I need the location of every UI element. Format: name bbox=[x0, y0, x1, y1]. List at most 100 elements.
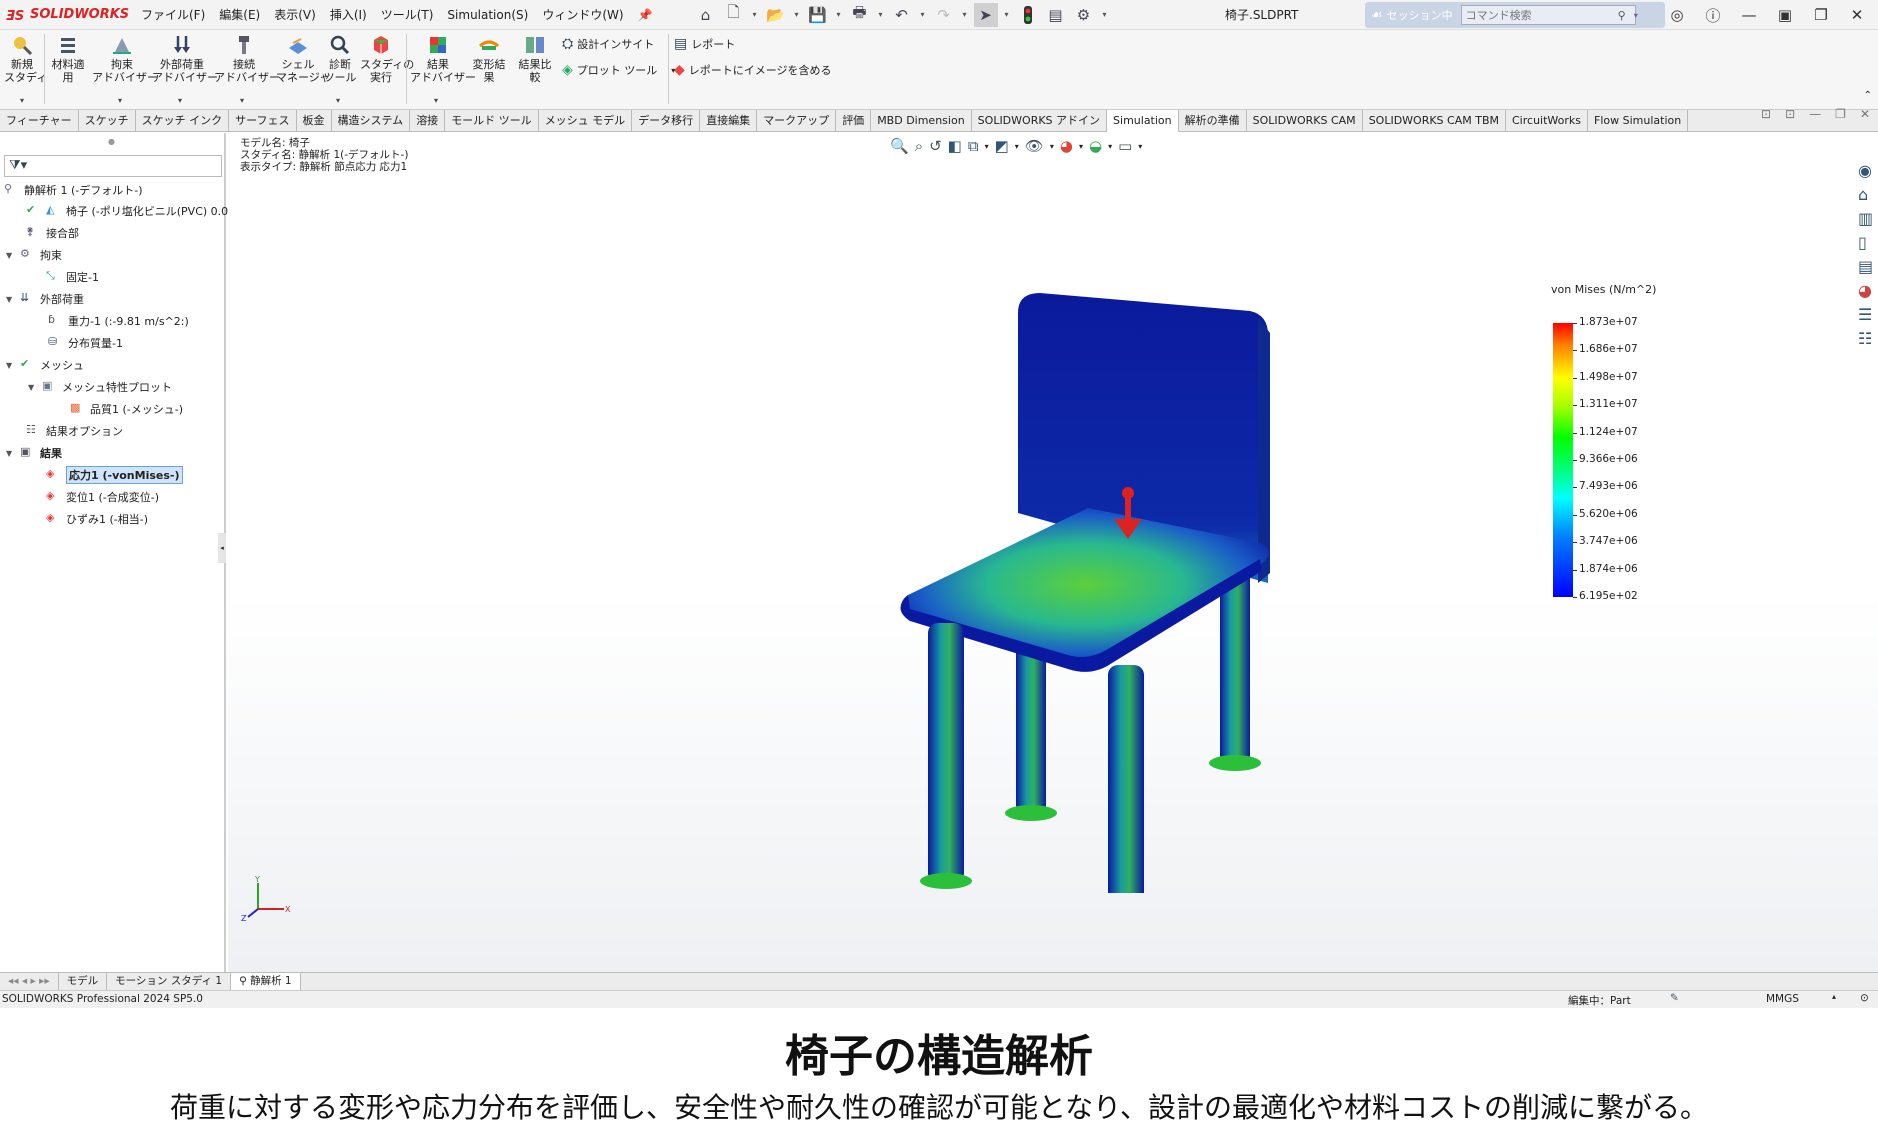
tree-item-quality[interactable]: ▩ 品質1 (-メッシュ-) bbox=[70, 400, 183, 418]
file-explorer-icon[interactable]: ▯ bbox=[1858, 233, 1876, 253]
collapse-icon[interactable]: ▼ bbox=[6, 295, 16, 304]
shell-manager-button[interactable]: シェル マネージャ bbox=[276, 34, 330, 84]
collapse-icon[interactable]: ▼ bbox=[6, 251, 16, 260]
print-icon[interactable]: 🖶 bbox=[848, 3, 872, 27]
results-dropdown-icon[interactable]: ▾ bbox=[434, 96, 438, 105]
fixtures-dropdown-icon[interactable]: ▾ bbox=[118, 96, 122, 105]
tab-sketch[interactable]: スケッチ bbox=[79, 110, 136, 132]
loads-dropdown-icon[interactable]: ▾ bbox=[178, 96, 182, 105]
restore-icon[interactable]: ❐ bbox=[1808, 2, 1834, 28]
view-orientation-icon[interactable]: ⧉ bbox=[968, 137, 979, 155]
scene-dropdown-icon[interactable]: ▾ bbox=[1108, 142, 1112, 151]
display-dropdown-icon[interactable]: ▾ bbox=[1015, 142, 1019, 151]
options-dropdown-icon[interactable]: ▾ bbox=[1100, 10, 1110, 19]
tab-mesh-modeling[interactable]: メッシュ モデル bbox=[539, 110, 633, 132]
view-palette-icon[interactable]: ▤ bbox=[1858, 257, 1876, 277]
menu-tools[interactable]: ツール(T) bbox=[374, 0, 441, 30]
tab-structure-system[interactable]: 構造システム bbox=[332, 110, 411, 132]
panel-collapse-handle[interactable]: ◂ bbox=[218, 533, 226, 563]
tab-flow-simulation[interactable]: Flow Simulation bbox=[1588, 110, 1689, 132]
collapse-icon[interactable]: ▼ bbox=[6, 361, 16, 370]
menu-view[interactable]: 表示(V) bbox=[267, 0, 323, 30]
tree-item-displacement[interactable]: ◈ 変位1 (-合成変位-) bbox=[46, 488, 159, 506]
new-document-icon[interactable]: 🗋 bbox=[722, 3, 746, 27]
solidworks-resources-icon[interactable]: ◉ bbox=[1858, 161, 1876, 181]
print-dropdown-icon[interactable]: ▾ bbox=[876, 10, 886, 19]
section-view-icon[interactable]: ◧ bbox=[948, 137, 962, 155]
tab-circuitworks[interactable]: CircuitWorks bbox=[1506, 110, 1588, 132]
rebuild-icon[interactable]: ✎ bbox=[1670, 992, 1679, 1004]
help-icon[interactable]: ⓘ bbox=[1700, 2, 1726, 28]
tab-markup[interactable]: マークアップ bbox=[757, 110, 837, 132]
new-study-button[interactable]: 新規 スタディ bbox=[4, 34, 47, 84]
tab-mold-tools[interactable]: モールド ツール bbox=[445, 110, 539, 132]
zoom-to-fit-icon[interactable]: 🔍 bbox=[890, 137, 909, 155]
appearance-icon[interactable]: ◕ bbox=[1060, 137, 1073, 155]
tab-weldments[interactable]: 溶接 bbox=[410, 110, 446, 132]
tree-filter[interactable]: ⧩▾ bbox=[4, 155, 222, 177]
chair-stress-model[interactable] bbox=[788, 193, 1548, 893]
tab-motion-study[interactable]: モーション スタディ 1 bbox=[107, 973, 232, 990]
menu-window[interactable]: ウィンドウ(W) bbox=[535, 0, 630, 30]
select-dropdown-icon[interactable]: ▾ bbox=[1002, 10, 1012, 19]
options-gear-icon[interactable]: ⚙ bbox=[1072, 3, 1096, 27]
tree-item-part[interactable]: ✔ ◭ 椅子 (-ポリ塩化ビニル(PVC) 0.0 bbox=[26, 202, 228, 220]
menu-insert[interactable]: 挿入(I) bbox=[323, 0, 374, 30]
tab-solidworks-cam[interactable]: SOLIDWORKS CAM bbox=[1247, 110, 1363, 132]
connections-dropdown-icon[interactable]: ▾ bbox=[240, 96, 244, 105]
tree-item-mesh-plot[interactable]: ▼ ▣ メッシュ特性プロット bbox=[28, 378, 172, 396]
tree-item-connections[interactable]: ⚵ 接合部 bbox=[26, 224, 79, 242]
save-dropdown-icon[interactable]: ▾ bbox=[834, 10, 844, 19]
tree-item-distributed-mass[interactable]: ⛁ 分布質量-1 bbox=[48, 334, 123, 352]
solidworks-logo[interactable]: ƎS SOLIDWORKS bbox=[6, 7, 134, 23]
graphics-restore-icon[interactable]: ❐ bbox=[1835, 107, 1846, 121]
new-study-dropdown-icon[interactable]: ▾ bbox=[20, 96, 24, 105]
tree-item-fixtures[interactable]: ▼ ⚙ 拘束 bbox=[6, 246, 62, 264]
tab-data-migration[interactable]: データ移行 bbox=[632, 110, 701, 132]
undo-icon[interactable]: ↶ bbox=[890, 3, 914, 27]
hide-show-icon[interactable]: 👁 bbox=[1025, 137, 1044, 155]
solidworks-forum-icon[interactable]: ☷ bbox=[1858, 329, 1876, 349]
orientation-dropdown-icon[interactable]: ▾ bbox=[985, 142, 989, 151]
new-dropdown-icon[interactable]: ▾ bbox=[750, 10, 760, 19]
graphics-close-icon[interactable]: ✕ bbox=[1860, 107, 1870, 121]
tab-model[interactable]: モデル bbox=[59, 973, 108, 990]
tab-surfaces[interactable]: サーフェス bbox=[229, 110, 297, 132]
hide-show-dropdown-icon[interactable]: ▾ bbox=[1050, 142, 1054, 151]
zoom-area-icon[interactable]: ⌕ bbox=[915, 137, 923, 155]
deformed-result-button[interactable]: 変形結 果 bbox=[468, 34, 510, 84]
open-dropdown-icon[interactable]: ▾ bbox=[792, 10, 802, 19]
tab-solidworks-cam-tbm[interactable]: SOLIDWORKS CAM TBM bbox=[1363, 110, 1506, 132]
user-account-icon[interactable]: ◎ bbox=[1664, 2, 1690, 28]
select-pointer-icon[interactable]: ➤ bbox=[973, 2, 998, 27]
view-settings-dropdown-icon[interactable]: ▾ bbox=[1138, 142, 1142, 151]
tree-item-strain[interactable]: ◈ ひずみ1 (-相当-) bbox=[46, 510, 148, 528]
scene-icon[interactable]: ◒ bbox=[1089, 137, 1102, 155]
home-icon[interactable]: ⌂ bbox=[694, 3, 718, 27]
custom-properties-icon[interactable]: ☰ bbox=[1858, 305, 1876, 325]
tree-item-external-loads[interactable]: ▼ ⇊ 外部荷重 bbox=[6, 290, 84, 308]
connections-advisor-button[interactable]: 接続 アドバイザー bbox=[214, 34, 280, 84]
appearance-dropdown-icon[interactable]: ▾ bbox=[1079, 142, 1083, 151]
pin-icon[interactable]: 📌 bbox=[631, 0, 660, 30]
tree-item-gravity[interactable]: ɓ 重力-1 (:-9.81 m/s^2:) bbox=[48, 312, 189, 330]
menu-file[interactable]: ファイル(F) bbox=[134, 0, 212, 30]
viewport-right-icon[interactable]: ⊡ bbox=[1785, 107, 1795, 121]
menu-simulation[interactable]: Simulation(S) bbox=[440, 0, 535, 30]
traffic-light-icon[interactable] bbox=[1016, 3, 1040, 27]
fixtures-advisor-button[interactable]: 拘束 アドバイザー bbox=[92, 34, 158, 84]
undo-dropdown-icon[interactable]: ▾ bbox=[918, 10, 928, 19]
results-advisor-button[interactable]: 結果 アドバイザー bbox=[410, 34, 476, 84]
apply-material-button[interactable]: 材料適 用 bbox=[48, 34, 88, 84]
viewport-left-icon[interactable]: ⊡ bbox=[1761, 107, 1771, 121]
search-dropdown-icon[interactable]: ▾ bbox=[1634, 11, 1638, 20]
plot-tools-button[interactable]: ◈ プロット ツール ▾ bbox=[562, 62, 675, 78]
close-icon[interactable]: ✕ bbox=[1844, 2, 1870, 28]
tab-simulation[interactable]: Simulation bbox=[1107, 110, 1179, 132]
file-properties-icon[interactable]: ▤ bbox=[1044, 3, 1068, 27]
3d-content-icon[interactable]: ▥ bbox=[1858, 209, 1876, 229]
tree-item-fixed[interactable]: ⤡ 固定-1 bbox=[46, 268, 99, 286]
menu-edit[interactable]: 編集(E) bbox=[212, 0, 267, 30]
tree-item-study[interactable]: ⚲ 静解析 1 (-デフォルト-) bbox=[4, 181, 143, 199]
tree-item-results[interactable]: ▼ ▣ 結果 bbox=[6, 444, 62, 462]
